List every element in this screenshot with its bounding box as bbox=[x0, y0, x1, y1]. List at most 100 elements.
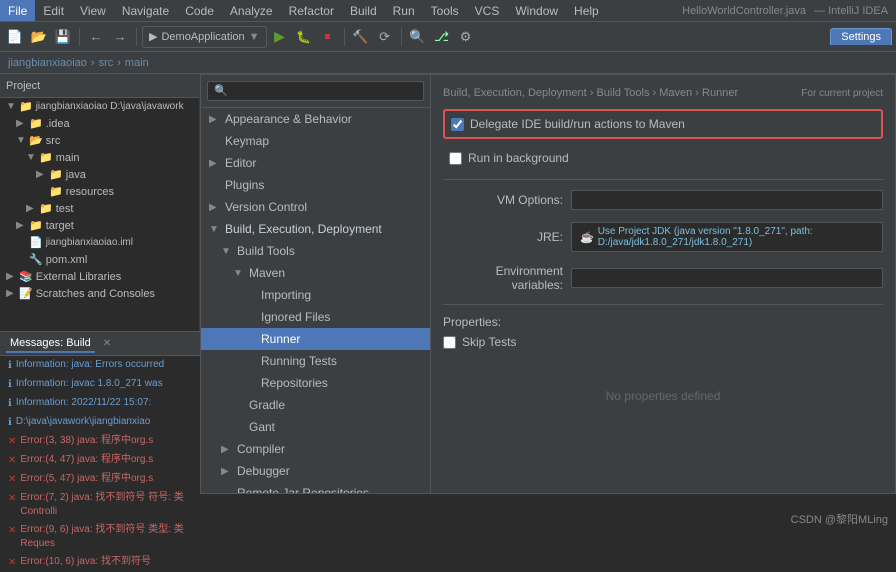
nav-maven[interactable]: ▼ Maven bbox=[201, 262, 430, 284]
breadcrumb-bar: jiangbianxiaoiao › src › main bbox=[0, 52, 896, 74]
menu-file[interactable]: File bbox=[0, 0, 35, 21]
delegate-build-checkbox-row: Delegate IDE build/run actions to Maven bbox=[443, 109, 883, 139]
tree-root[interactable]: ▼ 📁 jiangbianxiaoiao D:\java\javawork bbox=[0, 98, 199, 115]
vm-options-input[interactable] bbox=[571, 190, 883, 210]
nav-build-label: Build, Execution, Deployment bbox=[225, 222, 382, 236]
menu-window[interactable]: Window bbox=[507, 0, 566, 21]
tree-target[interactable]: ▶ 📁 target bbox=[0, 217, 199, 234]
nav-importing[interactable]: Importing bbox=[201, 284, 430, 306]
breadcrumb-src[interactable]: src bbox=[99, 57, 114, 69]
vm-options-label: VM Options: bbox=[443, 193, 563, 207]
menu-edit[interactable]: Edit bbox=[35, 0, 72, 21]
nav-build-deploy[interactable]: ▼ Build, Execution, Deployment bbox=[201, 218, 430, 240]
toolbar-back[interactable]: ← bbox=[85, 26, 107, 48]
env-vars-input[interactable] bbox=[571, 268, 883, 288]
tree-java[interactable]: ▶ 📁 java bbox=[0, 166, 199, 183]
tree-test[interactable]: ▶ 📁 test bbox=[0, 200, 199, 217]
nav-repositories[interactable]: Repositories bbox=[201, 372, 430, 394]
toolbar-settings[interactable]: ⚙ bbox=[455, 26, 477, 48]
toolbar-run[interactable]: ▶ bbox=[269, 26, 291, 48]
toolbar-debug[interactable]: 🐛 bbox=[293, 26, 315, 48]
jre-row: JRE: ☕ Use Project JDK (java version "1.… bbox=[443, 222, 883, 252]
nav-running-tests[interactable]: Running Tests bbox=[201, 350, 430, 372]
vm-options-row: VM Options: bbox=[443, 190, 883, 210]
nav-remote-jar[interactable]: Remote Jar Repositories bbox=[201, 482, 430, 493]
log-entry-10: ✕ Error:(10, 6) java: 找不到符号 bbox=[0, 553, 200, 572]
tree-pom[interactable]: 🔧 pom.xml bbox=[0, 251, 199, 268]
tree-idea-icon: 📁 bbox=[29, 117, 43, 130]
tree-scratches-label: Scratches and Consoles bbox=[36, 288, 155, 300]
skip-tests-checkbox[interactable] bbox=[443, 336, 456, 349]
menu-refactor[interactable]: Refactor bbox=[281, 0, 342, 21]
tree-idea[interactable]: ▶ 📁 .idea bbox=[0, 115, 199, 132]
tree-iml[interactable]: 📄 jiangbianxiaoiao.iml bbox=[0, 234, 199, 251]
log-icon-5: ✕ bbox=[8, 435, 16, 449]
tree-scratches[interactable]: ▶ 📝 Scratches and Consoles bbox=[0, 285, 199, 302]
nav-maven-label: Maven bbox=[249, 266, 285, 280]
nav-gant[interactable]: Gant bbox=[201, 416, 430, 438]
nav-ignored-label: Ignored Files bbox=[261, 310, 330, 324]
menu-run[interactable]: Run bbox=[385, 0, 423, 21]
toolbar-save[interactable]: 💾 bbox=[52, 26, 74, 48]
nav-debugger[interactable]: ▶ Debugger bbox=[201, 460, 430, 482]
nav-ignored-files[interactable]: Ignored Files bbox=[201, 306, 430, 328]
tree-pom-label: pom.xml bbox=[46, 254, 88, 266]
toolbar-build[interactable]: 🔨 bbox=[350, 26, 372, 48]
bottom-panel-header: Messages: Build ✕ bbox=[0, 332, 200, 356]
run-config-selector[interactable]: ▶ DemoApplication ▼ bbox=[142, 26, 267, 48]
log-entry-7: ✕ Error:(5, 47) java: 程序中org.s bbox=[0, 470, 200, 489]
menu-tools[interactable]: Tools bbox=[423, 0, 467, 21]
menu-build[interactable]: Build bbox=[342, 0, 385, 21]
nav-gradle[interactable]: Gradle bbox=[201, 394, 430, 416]
toolbar-new[interactable]: 📄 bbox=[4, 26, 26, 48]
menu-vcs[interactable]: VCS bbox=[467, 0, 508, 21]
toolbar-open[interactable]: 📂 bbox=[28, 26, 50, 48]
tree-src-icon: 📂 bbox=[29, 134, 43, 147]
nav-arrow-build-tools: ▼ bbox=[221, 246, 233, 257]
toolbar-stop[interactable]: ⏹ bbox=[317, 26, 339, 48]
toolbar-reload[interactable]: ⟳ bbox=[374, 26, 396, 48]
tree-pom-icon: 🔧 bbox=[29, 253, 43, 266]
jre-value-text: Use Project JDK (java version "1.8.0_271… bbox=[598, 226, 874, 248]
breadcrumb-main[interactable]: main bbox=[125, 57, 149, 69]
tree-resources[interactable]: 📁 resources bbox=[0, 183, 199, 200]
tree-ext-icon: 📚 bbox=[19, 270, 33, 283]
jre-value[interactable]: ☕ Use Project JDK (java version "1.8.0_2… bbox=[571, 222, 883, 252]
nav-plugins[interactable]: Plugins bbox=[201, 174, 430, 196]
close-messages[interactable]: ✕ bbox=[103, 338, 111, 349]
log-icon-3: ℹ bbox=[8, 397, 12, 411]
nav-keymap[interactable]: Keymap bbox=[201, 130, 430, 152]
tree-java-icon: 📁 bbox=[49, 168, 63, 181]
nav-arrow-compiler: ▶ bbox=[221, 444, 233, 455]
tree-scratches-icon: 📝 bbox=[19, 287, 33, 300]
delegate-build-checkbox[interactable] bbox=[451, 118, 464, 131]
toolbar-git[interactable]: ⎇ bbox=[431, 26, 453, 48]
nav-runner[interactable]: Runner bbox=[201, 328, 430, 350]
toolbar-forward[interactable]: → bbox=[109, 26, 131, 48]
run-background-checkbox[interactable] bbox=[449, 152, 462, 165]
tree-target-label: target bbox=[46, 220, 74, 232]
log-icon-8: ✕ bbox=[8, 492, 16, 506]
toolbar-search[interactable]: 🔍 bbox=[407, 26, 429, 48]
menu-code[interactable]: Code bbox=[177, 0, 222, 21]
tree-main[interactable]: ▼ 📁 main bbox=[0, 149, 199, 166]
tree-resources-icon: 📁 bbox=[49, 185, 63, 198]
menu-analyze[interactable]: Analyze bbox=[222, 0, 281, 21]
log-entry-9: ✕ Error:(9, 6) java: 找不到符号 类型: 类 Reques bbox=[0, 521, 200, 553]
settings-tab[interactable]: Settings bbox=[830, 28, 892, 45]
nav-importing-label: Importing bbox=[261, 288, 311, 302]
menu-navigate[interactable]: Navigate bbox=[114, 0, 177, 21]
nav-editor[interactable]: ▶ Editor bbox=[201, 152, 430, 174]
tree-ext-libs[interactable]: ▶ 📚 External Libraries bbox=[0, 268, 199, 285]
settings-search-input[interactable] bbox=[207, 81, 424, 101]
messages-tab[interactable]: Messages: Build bbox=[6, 335, 95, 353]
breadcrumb-project[interactable]: jiangbianxiaoiao bbox=[8, 57, 87, 69]
nav-appearance[interactable]: ▶ Appearance & Behavior bbox=[201, 108, 430, 130]
tree-src[interactable]: ▼ 📂 src bbox=[0, 132, 199, 149]
nav-build-tools[interactable]: ▼ Build Tools bbox=[201, 240, 430, 262]
nav-compiler[interactable]: ▶ Compiler bbox=[201, 438, 430, 460]
toolbar-sep4 bbox=[401, 28, 402, 46]
menu-help[interactable]: Help bbox=[566, 0, 607, 21]
nav-vcs[interactable]: ▶ Version Control bbox=[201, 196, 430, 218]
menu-view[interactable]: View bbox=[72, 0, 114, 21]
